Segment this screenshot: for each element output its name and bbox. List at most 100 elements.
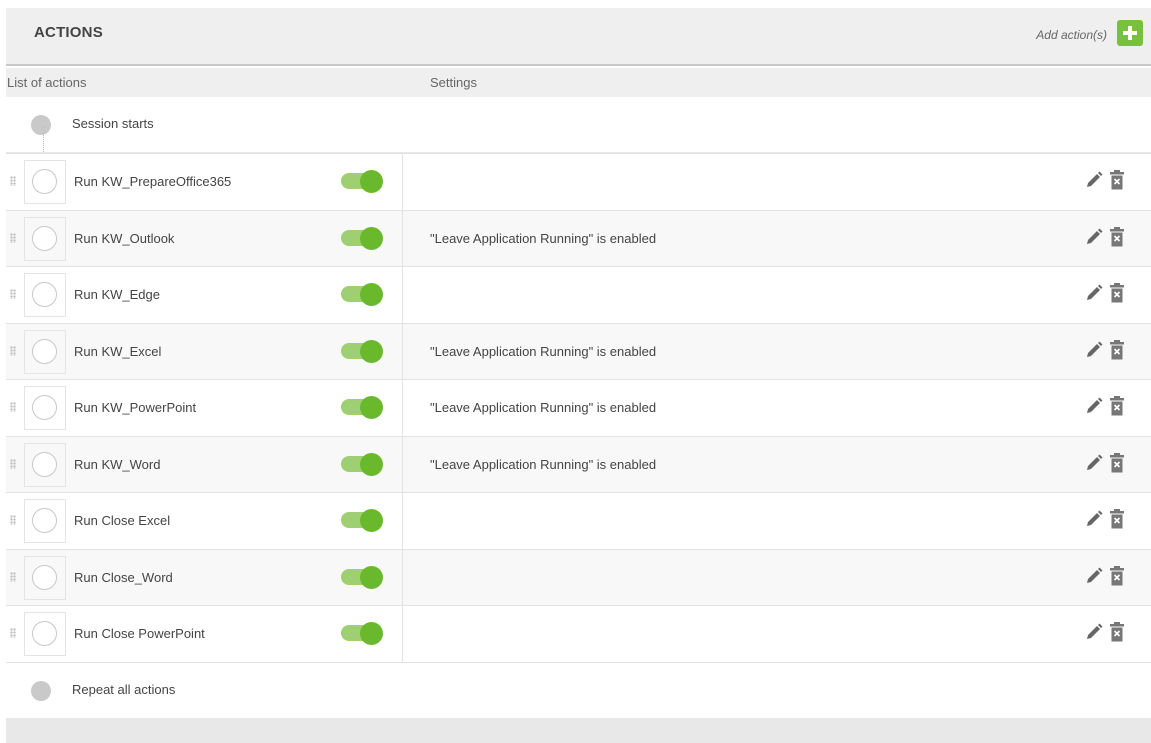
column-divider [402, 323, 403, 379]
step-circle-icon [32, 225, 57, 251]
toggle-knob [360, 622, 383, 645]
step-circle-icon [32, 621, 57, 646]
drag-handle-icon[interactable] [10, 628, 16, 638]
action-row: Run KW_Outlook "Leave Application Runnin… [6, 209, 1151, 266]
repeat-label: Repeat all actions [72, 682, 176, 697]
action-name: Run Close Excel [74, 513, 171, 528]
action-setting: "Leave Application Running" is enabled [430, 400, 657, 415]
pencil-icon[interactable] [1085, 567, 1103, 585]
enable-toggle[interactable] [341, 396, 383, 419]
pencil-icon[interactable] [1085, 397, 1103, 415]
add-action-button[interactable] [1117, 20, 1143, 46]
toggle-knob [360, 565, 383, 589]
step-circle-icon [32, 564, 57, 590]
column-divider [402, 493, 403, 549]
step-circle-icon [32, 395, 57, 420]
column-divider [402, 154, 403, 210]
session-start-row: Session starts [6, 97, 1151, 153]
trash-icon[interactable] [1110, 509, 1124, 529]
enable-toggle[interactable] [341, 565, 383, 589]
action-name: Run KW_Excel [74, 343, 162, 359]
action-setting: "Leave Application Running" is enabled [430, 456, 657, 472]
trash-icon[interactable] [1110, 226, 1124, 247]
actions-panel: ACTIONS Add action(s) List of actions Se… [6, 0, 1151, 743]
action-row: Run Close PowerPoint [6, 605, 1151, 662]
action-row: Run KW_Excel "Leave Application Running"… [6, 322, 1151, 379]
action-list: Run KW_PrepareOffice365 Run KW_Outlook "… [6, 153, 1151, 662]
action-row: Run Close_Word [6, 548, 1151, 605]
action-name: Run KW_PowerPoint [74, 400, 197, 415]
repeat-row: Repeat all actions [6, 662, 1151, 719]
end-dot-icon [31, 681, 51, 701]
trash-icon[interactable] [1110, 283, 1124, 303]
actions-header: ACTIONS Add action(s) [6, 8, 1151, 66]
action-row: Run KW_PrepareOffice365 [6, 153, 1151, 210]
drag-handle-icon[interactable] [10, 345, 16, 356]
toggle-knob [360, 170, 383, 193]
add-action-link[interactable]: Add action(s) [1036, 28, 1107, 42]
pencil-icon[interactable] [1085, 510, 1103, 528]
enable-toggle[interactable] [341, 226, 383, 250]
column-header-settings: Settings [430, 75, 477, 90]
pencil-icon[interactable] [1085, 623, 1103, 641]
trash-icon[interactable] [1110, 622, 1124, 642]
action-name: Run Close_Word [74, 569, 173, 585]
enable-toggle[interactable] [341, 283, 383, 306]
step-circle-icon [32, 451, 57, 477]
start-dot-icon [31, 115, 51, 135]
column-divider [402, 380, 403, 436]
column-divider [402, 267, 403, 323]
trash-icon[interactable] [1110, 565, 1124, 586]
footer-bar [6, 719, 1151, 743]
column-divider [402, 606, 403, 662]
action-row: Run KW_Word "Leave Application Running" … [6, 435, 1151, 492]
enable-toggle[interactable] [341, 452, 383, 476]
enable-toggle[interactable] [341, 509, 383, 532]
pencil-icon[interactable] [1085, 171, 1103, 189]
column-divider [402, 549, 403, 605]
action-name: Run KW_Edge [74, 287, 160, 302]
pencil-icon[interactable] [1085, 228, 1103, 246]
step-circle-icon [32, 338, 57, 364]
drag-handle-icon[interactable] [10, 289, 16, 299]
enable-toggle[interactable] [341, 170, 383, 193]
drag-handle-icon[interactable] [10, 232, 16, 243]
pencil-icon[interactable] [1085, 454, 1103, 472]
action-row: Run KW_Edge [6, 266, 1151, 323]
column-divider [402, 210, 403, 266]
session-start-label: Session starts [72, 116, 154, 131]
toggle-knob [360, 509, 383, 532]
pencil-icon[interactable] [1085, 284, 1103, 302]
step-circle-icon [32, 169, 57, 194]
toggle-knob [360, 339, 383, 363]
trash-icon[interactable] [1110, 339, 1124, 360]
drag-handle-icon[interactable] [10, 402, 16, 412]
enable-toggle[interactable] [341, 622, 383, 645]
toggle-knob [360, 283, 383, 306]
action-name: Run KW_Outlook [74, 230, 175, 246]
action-name: Run Close PowerPoint [74, 626, 205, 641]
drag-handle-icon[interactable] [10, 515, 16, 525]
column-headers: List of actions Settings [6, 68, 1151, 97]
drag-handle-icon[interactable] [10, 571, 16, 582]
enable-toggle[interactable] [341, 339, 383, 363]
pencil-icon[interactable] [1085, 341, 1103, 359]
step-circle-icon [32, 282, 57, 307]
drag-handle-icon[interactable] [10, 458, 16, 469]
action-row: Run KW_PowerPoint "Leave Application Run… [6, 379, 1151, 436]
column-header-list: List of actions [7, 75, 87, 90]
column-divider [402, 436, 403, 492]
action-row: Run Close Excel [6, 492, 1151, 549]
action-setting: "Leave Application Running" is enabled [430, 343, 657, 359]
trash-icon[interactable] [1110, 170, 1124, 190]
action-name: Run KW_Word [74, 456, 161, 472]
step-circle-icon [32, 508, 57, 533]
drag-handle-icon[interactable] [10, 176, 16, 186]
trash-icon[interactable] [1110, 452, 1124, 473]
action-setting: "Leave Application Running" is enabled [430, 230, 657, 246]
toggle-knob [360, 396, 383, 419]
trash-icon[interactable] [1110, 396, 1124, 416]
action-name: Run KW_PrepareOffice365 [74, 174, 232, 189]
toggle-knob [360, 226, 383, 250]
toggle-knob [360, 452, 383, 476]
